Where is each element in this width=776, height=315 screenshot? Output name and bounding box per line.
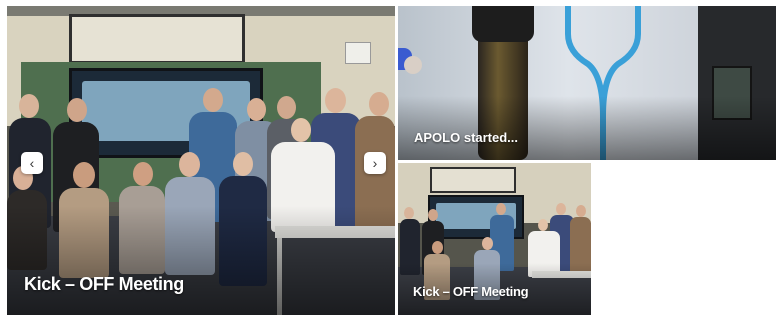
news-card-apolo[interactable]: APOLO started... [398, 6, 776, 160]
caption-gradient [398, 96, 776, 160]
photo-ball [404, 56, 422, 74]
photo-room-sign [345, 42, 371, 64]
caption-gradient [7, 206, 395, 315]
card-title[interactable]: APOLO started... [414, 130, 518, 145]
carousel-prev-button[interactable]: ‹ [21, 152, 43, 174]
carousel-next-button[interactable]: › [364, 152, 386, 174]
slide-title[interactable]: Kick – OFF Meeting [24, 274, 184, 295]
card-title[interactable]: Kick – OFF Meeting [413, 284, 529, 299]
chevron-right-icon: › [372, 155, 378, 171]
chevron-left-icon: ‹ [29, 155, 35, 171]
photo-whiteboard [69, 14, 245, 64]
photo-cylinder-cap [472, 6, 534, 42]
photo-whiteboard [430, 167, 516, 193]
news-card-kickoff[interactable]: Kick – OFF Meeting [398, 163, 591, 315]
main-news-slide[interactable]: Kick – OFF Meeting ‹ › [7, 6, 395, 315]
